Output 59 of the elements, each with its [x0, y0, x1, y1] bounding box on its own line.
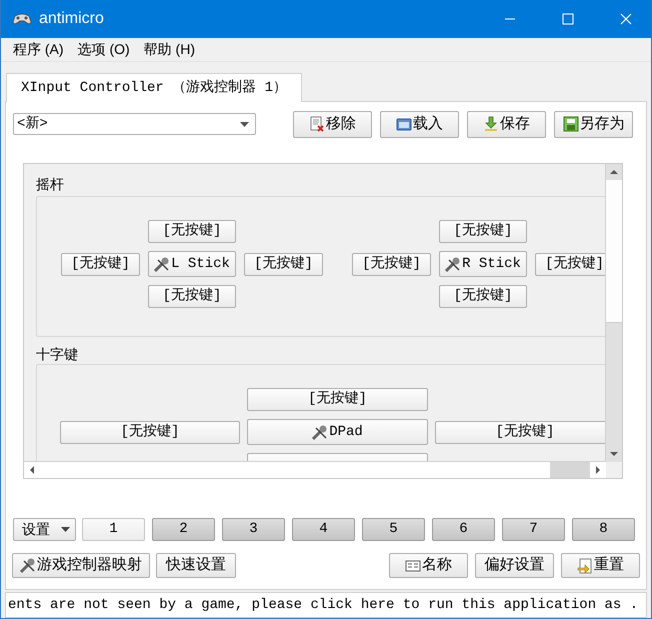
maximize-icon [562, 13, 574, 25]
set-button[interactable]: 5 [362, 518, 425, 541]
profile-button[interactable]: 移除 [293, 110, 372, 138]
status-bar[interactable]: ents are not seen by a game, please click here to run this application as . [5, 592, 647, 618]
set-button[interactable]: 1 [82, 518, 145, 541]
menu-item[interactable]: 帮助 (H) [138, 39, 201, 60]
control-button[interactable]: DPad [247, 419, 428, 445]
key-button[interactable]: [无按键] [244, 252, 323, 276]
set-button[interactable]: 7 [502, 518, 565, 541]
section-label: 十字键 [36, 345, 79, 364]
key-button[interactable]: [无按键] [148, 285, 236, 308]
wrench-icon [20, 558, 36, 574]
key-button[interactable]: [无按键] [439, 285, 527, 308]
gamepad-icon [12, 12, 32, 26]
wrench-icon [312, 424, 330, 440]
wrench-icon [445, 256, 462, 272]
window-title: antimicro [39, 9, 105, 29]
key-button[interactable]: [无按键] [352, 252, 431, 276]
set-button[interactable]: 4 [292, 518, 355, 541]
menu-item[interactable]: 选项 (O) [72, 39, 136, 60]
key-button[interactable]: [无按键] [535, 252, 606, 276]
wrench-icon [154, 256, 172, 272]
horizontal-scrollbar[interactable] [24, 461, 606, 478]
document-delete-icon [309, 116, 325, 132]
close-icon [620, 13, 632, 25]
action-button[interactable]: 游戏控制器映射 [12, 553, 150, 578]
action-button[interactable]: 偏好设置 [475, 553, 554, 578]
set-dropdown[interactable]: 设置 [13, 518, 76, 541]
tab[interactable]: XInput Controller （游戏控制器 1） [6, 73, 302, 102]
key-button[interactable]: [无按键] [60, 420, 240, 444]
vertical-scrollbar[interactable] [605, 164, 622, 462]
name-tag-icon [405, 558, 421, 574]
folder-icon [396, 116, 412, 132]
save-as-icon [562, 116, 578, 132]
control-button[interactable]: R Stick [439, 251, 527, 277]
profile-dropdown[interactable]: <新> [13, 113, 256, 135]
action-button[interactable]: 快速设置 [156, 553, 236, 578]
menu-item[interactable]: 程序 (A) [7, 39, 70, 60]
key-button[interactable]: [无按键] [247, 388, 428, 411]
scrollbar-thumb[interactable] [606, 180, 622, 323]
dropdown-arrow-icon [240, 122, 249, 126]
set-button[interactable]: 2 [152, 518, 215, 541]
set-button[interactable]: 8 [572, 518, 635, 541]
action-button[interactable]: 重置 [561, 553, 640, 578]
key-button[interactable]: [无按键] [435, 420, 606, 444]
dropdown-arrow-icon [61, 527, 70, 532]
key-button[interactable]: [无按键] [439, 220, 527, 243]
profile-button[interactable]: 保存 [467, 110, 546, 138]
action-button[interactable]: 名称 [389, 553, 468, 578]
section-label: 摇杆 [36, 175, 65, 194]
set-button[interactable]: 6 [432, 518, 495, 541]
key-button[interactable]: [无按键] [148, 220, 236, 243]
control-button[interactable]: L Stick [148, 251, 236, 277]
set-button[interactable]: 3 [222, 518, 285, 541]
profile-button[interactable]: 另存为 [554, 110, 633, 138]
download-icon [483, 116, 499, 132]
scrollbar-thumb[interactable] [550, 462, 590, 478]
profile-button[interactable]: 载入 [380, 110, 459, 138]
key-button[interactable]: [无按键] [61, 252, 140, 276]
